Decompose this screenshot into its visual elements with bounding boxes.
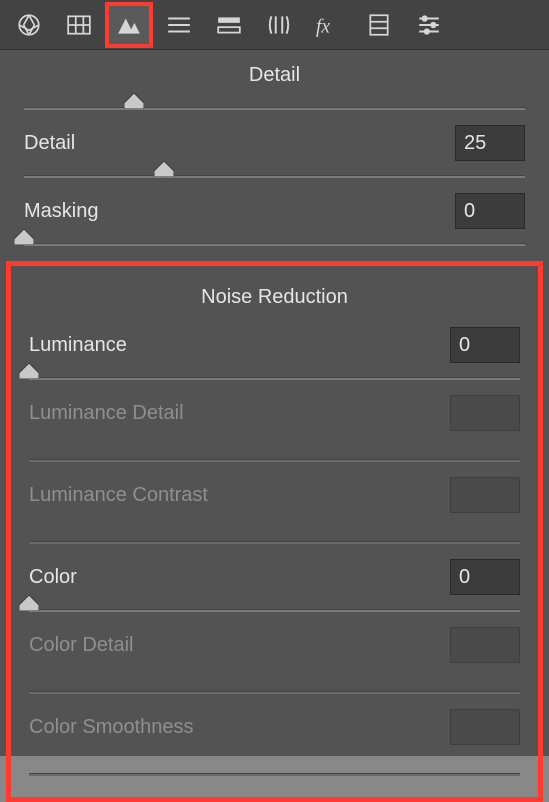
sharpen-amount-row (0, 97, 549, 115)
aperture-icon[interactable] (8, 5, 50, 45)
split-toning-icon[interactable] (208, 5, 250, 45)
color-slider[interactable] (29, 599, 520, 617)
grid-icon[interactable] (58, 5, 100, 45)
color-value[interactable]: 0 (450, 559, 520, 595)
luminance-detail-label: Luminance Detail (29, 402, 184, 425)
noise-reduction-highlight: Noise Reduction Luminance 0 Luminance De… (6, 261, 543, 802)
luminance-contrast-row: Luminance Contrast (11, 477, 538, 549)
color-detail-row: Color Detail (11, 627, 538, 699)
lens-correction-icon[interactable] (258, 5, 300, 45)
luminance-slider[interactable] (29, 367, 520, 385)
color-detail-label: Color Detail (29, 634, 133, 657)
detail-slider[interactable] (24, 165, 525, 183)
color-detail-slider (29, 681, 520, 699)
detail-section-title: Detail (0, 50, 549, 95)
luminance-contrast-slider (29, 531, 520, 549)
luminance-contrast-value (450, 477, 520, 513)
slider-thumb[interactable] (124, 93, 144, 109)
noise-section-title: Noise Reduction (11, 272, 538, 317)
color-smoothness-value (450, 709, 520, 745)
detail-label: Detail (24, 132, 75, 155)
luminance-detail-row: Luminance Detail (11, 395, 538, 467)
color-smoothness-row: Color Smoothness (11, 709, 538, 781)
detail-value[interactable]: 25 (455, 125, 525, 161)
luminance-label: Luminance (29, 334, 127, 357)
svg-text:fx: fx (316, 16, 330, 37)
slider-thumb[interactable] (154, 161, 174, 177)
luminance-detail-slider (29, 449, 520, 467)
luminance-row: Luminance 0 (11, 327, 538, 385)
masking-label: Masking (24, 200, 98, 223)
effects-icon[interactable]: fx (308, 5, 350, 45)
color-smoothness-label: Color Smoothness (29, 716, 194, 739)
slider-thumb[interactable] (19, 363, 39, 379)
luminance-detail-value (450, 395, 520, 431)
color-detail-value (450, 627, 520, 663)
detail-tab-icon[interactable] (108, 5, 150, 45)
color-row: Color 0 (11, 559, 538, 617)
detail-row: Detail 25 (0, 125, 549, 183)
panel-tab-bar: fx (0, 0, 549, 50)
calibration-icon[interactable] (358, 5, 400, 45)
slider-thumb[interactable] (19, 595, 39, 611)
luminance-contrast-label: Luminance Contrast (29, 484, 208, 507)
masking-row: Masking 0 (0, 193, 549, 251)
hsl-icon[interactable] (158, 5, 200, 45)
sharpen-amount-slider[interactable] (24, 97, 525, 115)
masking-slider[interactable] (24, 233, 525, 251)
masking-value[interactable]: 0 (455, 193, 525, 229)
color-label: Color (29, 566, 77, 589)
presets-icon[interactable] (408, 5, 450, 45)
slider-thumb[interactable] (14, 229, 34, 245)
luminance-value[interactable]: 0 (450, 327, 520, 363)
detail-panel: fx Detail Detail (0, 0, 549, 756)
color-smoothness-slider (29, 763, 520, 781)
